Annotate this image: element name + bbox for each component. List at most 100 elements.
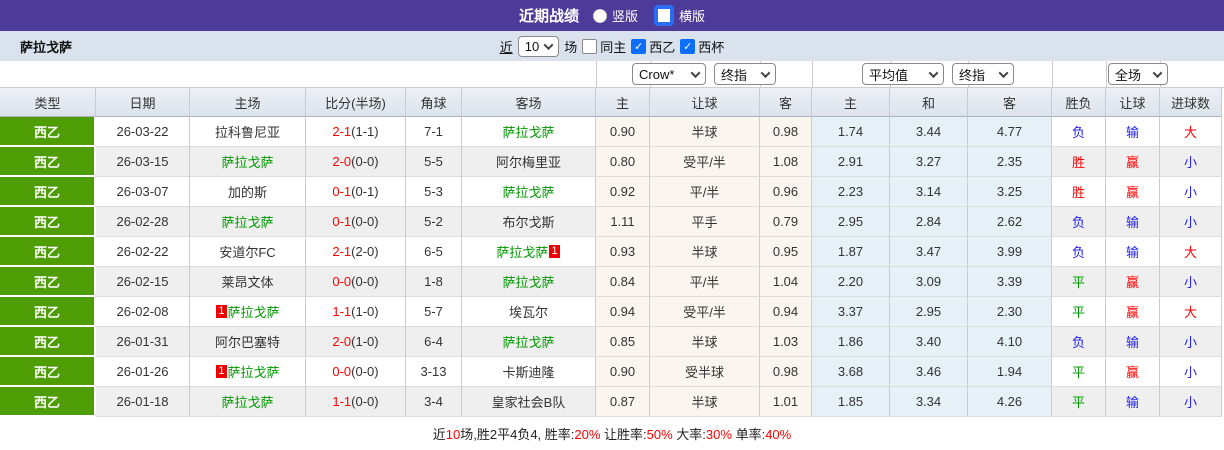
bookmaker-select[interactable]: Crow* [632,63,706,85]
scope-select[interactable]: 全场 [1108,63,1168,85]
euro-home-odds-cell: 2.23 [812,177,890,207]
league-checkbox-group: 同主 ✓ 西乙 ✓ 西杯 [582,37,724,56]
asian-home-odds-cell: 0.94 [596,297,650,327]
team-name-link[interactable]: 萨拉戈萨 [502,272,554,291]
asian-away-odds-cell: 0.79 [760,207,812,237]
fulltime-score: 0-1 [332,214,352,229]
footer-summary: 近10场,胜2平4负4, 胜率:20% 让胜率:50% 大率:30% 单率:40… [433,424,791,443]
score-cell: 2-0 (0-0) [306,147,406,177]
team-name-link[interactable]: 萨拉戈萨 [221,152,273,171]
team-name-link[interactable]: 萨拉戈萨 [502,332,554,351]
bookmaker-value: Crow* [639,66,675,82]
table-row: 西乙 26-02-22 安道尔FC 2-1 (2-0) 6-5 萨拉戈萨 1 0.9… [0,237,1222,267]
fulltime-score: 0-1 [332,184,352,199]
footer-segment: 单率: [731,427,766,442]
asian-home-odds-cell: 0.92 [596,177,650,207]
column-header: 让球 [650,88,760,117]
halftime-score: (0-1) [351,184,379,199]
date-cell: 26-01-31 [96,327,190,357]
over-under-result-cell: 小 [1160,387,1222,417]
away-team-cell: 萨拉戈萨 [462,327,596,357]
fulltime-score: 2-1 [332,244,352,259]
win-draw-loss-cell: 负 [1052,207,1106,237]
chevron-down-icon [690,67,701,78]
euro-mode-select[interactable]: 平均值 [862,63,944,85]
recent-link[interactable]: 近 [500,37,513,56]
corner-score-cell: 3-13 [406,357,462,387]
home-team-cell: 萨拉戈萨 [190,387,306,417]
asian-stage-select[interactable]: 终指 [714,63,776,85]
date-cell: 26-03-22 [96,117,190,147]
euro-draw-odds-cell: 3.47 [890,237,968,267]
euro-away-odds-cell: 3.25 [968,177,1052,207]
chevron-down-icon [928,67,939,78]
corner-score-cell: 7-1 [406,117,462,147]
score-cell: 0-0 (0-0) [306,357,406,387]
column-header: 类型 [0,88,96,117]
date-cell: 26-03-15 [96,147,190,177]
over-under-result-cell: 小 [1160,357,1222,387]
checkbox-西杯[interactable]: ✓ 西杯 [680,37,724,56]
team-name-link[interactable]: 埃瓦尔 [509,302,548,321]
over-under-result-cell: 大 [1160,237,1222,267]
chevron-down-icon [1152,67,1163,78]
euro-draw-odds-cell: 3.44 [890,117,968,147]
team-name-link[interactable]: 萨拉戈萨 [496,242,548,261]
home-team-cell: 萨拉戈萨 [190,147,306,177]
handicap-result-cell: 输 [1106,387,1160,417]
team-name-link[interactable]: 阿尔梅里亚 [496,152,561,171]
column-header: 客 [968,88,1052,117]
red-card-badge: 1 [216,305,227,318]
team-name-link[interactable]: 皇家社会B队 [492,392,566,411]
divider [596,61,597,87]
home-team-cell: 萨拉戈萨 [190,207,306,237]
column-header: 主 [596,88,650,117]
divider [1106,61,1107,87]
euro-stage-select[interactable]: 终指 [952,63,1014,85]
team-name-link[interactable]: 萨拉戈萨 [221,392,273,411]
corner-score-cell: 5-2 [406,207,462,237]
halftime-score: (0-0) [351,214,379,229]
league-cell: 西乙 [0,357,96,387]
column-header: 客场 [462,88,596,117]
chevron-down-icon [998,67,1009,78]
team-name-link[interactable]: 萨拉戈萨 [228,302,280,321]
team-name-link[interactable]: 萨拉戈萨 [228,362,280,381]
asian-handicap-line-cell: 半球 [650,387,760,417]
asian-handicap-line-cell: 受半球 [650,357,760,387]
column-header: 让球 [1106,88,1160,117]
asian-away-odds-cell: 0.95 [760,237,812,267]
footer-segment: 场,胜2平4负4, 胜率: [460,427,575,442]
team-name-link[interactable]: 加的斯 [228,182,267,201]
column-header: 客 [760,88,812,117]
team-name-link[interactable]: 莱昂文体 [221,272,273,291]
team-name-link[interactable]: 拉科鲁尼亚 [215,122,280,141]
corner-score-cell: 3-4 [406,387,462,417]
over-under-result-cell: 小 [1160,207,1222,237]
matches-suffix-label: 场 [564,39,578,55]
win-draw-loss-cell: 胜 [1052,147,1106,177]
team-name-link[interactable]: 布尔戈斯 [502,212,554,231]
checkbox-同主[interactable]: 同主 [582,37,626,56]
match-count-select[interactable]: 10 [517,35,560,57]
team-name-link[interactable]: 卡斯迪隆 [502,362,554,381]
team-name-link[interactable]: 萨拉戈萨 [502,122,554,141]
chevron-down-icon [543,39,554,50]
halftime-score: (0-0) [351,394,379,409]
date-cell: 26-01-26 [96,357,190,387]
score-cell: 0-1 (0-0) [306,207,406,237]
asian-handicap-line-cell: 平手 [650,207,760,237]
euro-draw-odds-cell: 2.95 [890,297,968,327]
team-name-link[interactable]: 安道尔FC [219,242,275,261]
handicap-result-cell: 赢 [1106,357,1160,387]
recent-results-panel: 近期战绩 竖版 横版 萨拉戈萨 近 10 场 同主 ✓ 西乙 ✓ 西杯 Crow* 终指 … [0,0,1224,450]
team-name-link[interactable]: 阿尔巴塞特 [215,332,280,351]
checkbox-label: 同主 [600,39,627,55]
team-name-link[interactable]: 萨拉戈萨 [502,182,554,201]
layout-radio-selected[interactable]: 横版 [654,5,705,26]
euro-draw-odds-cell: 3.09 [890,267,968,297]
checkbox-西乙[interactable]: ✓ 西乙 [631,37,675,56]
home-team-cell: 拉科鲁尼亚 [190,117,306,147]
team-name-link[interactable]: 萨拉戈萨 [221,212,273,231]
layout-radio-option[interactable]: 竖版 [592,6,638,25]
